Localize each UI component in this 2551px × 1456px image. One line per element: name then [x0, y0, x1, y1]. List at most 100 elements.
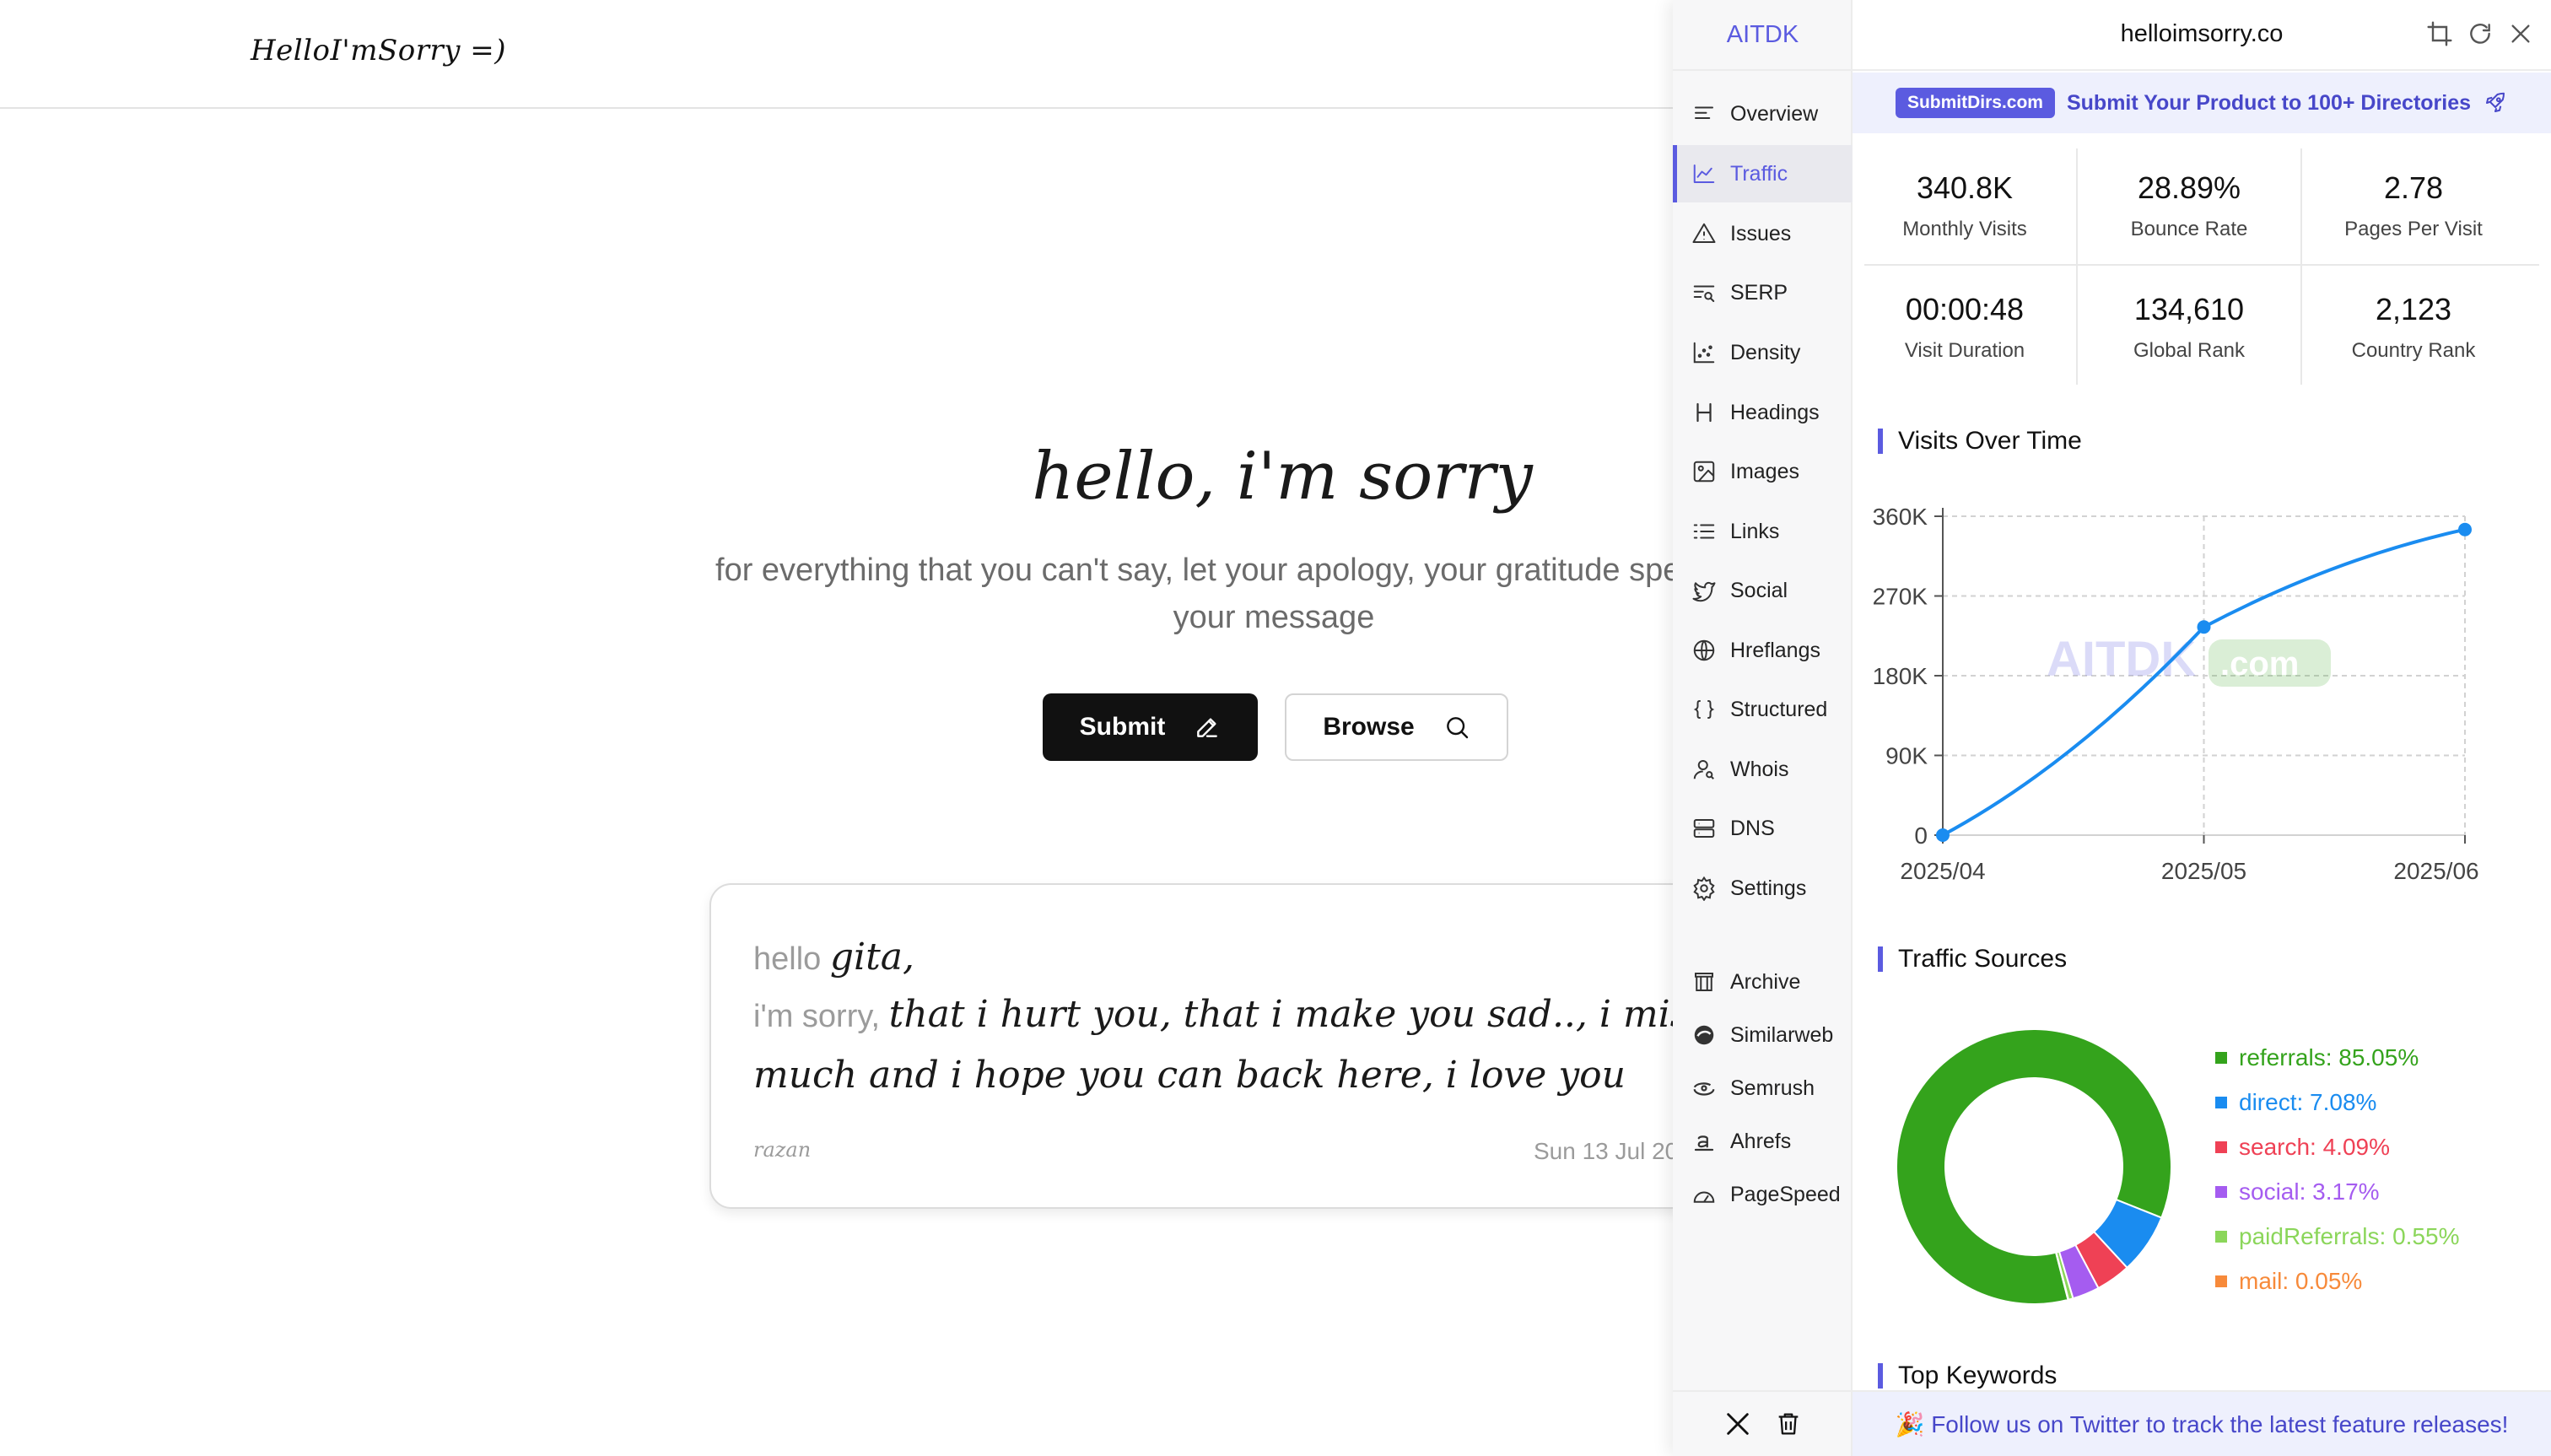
hero-subtitle: for everything that you can't say, let y…: [715, 553, 1832, 635]
traffic-stats-grid: 340.8K Monthly Visits 28.89% Bounce Rate…: [1853, 143, 2551, 388]
serp-icon: [1693, 285, 1715, 302]
nav-item-issues[interactable]: Issues: [1673, 205, 1853, 262]
nav-label: Ahrefs: [1730, 1129, 1792, 1153]
nav-item-archive[interactable]: Archive: [1673, 953, 1853, 1011]
top-keywords-title: Top Keywords: [1878, 1363, 2057, 1389]
legend-item-paidReferrals[interactable]: paidReferrals: 0.55%: [2215, 1223, 2459, 1250]
toolbar-actions: [2426, 20, 2534, 47]
trash-icon[interactable]: [1774, 1410, 1803, 1438]
nav-label: Structured: [1730, 697, 1828, 721]
extension-sidebar: AITDK Overview Traffic Issues SERP Densi…: [1673, 0, 1853, 1456]
nav-label: Issues: [1730, 221, 1792, 245]
nav-item-pagespeed[interactable]: PageSpeed: [1673, 1166, 1853, 1223]
visits-chart: 0 90K 180K 270K 360K 2025/04 2025/05 2025/06 AI…: [1853, 472, 2551, 894]
ahrefs-icon: [1694, 1135, 1714, 1151]
stat-label: Monthly Visits: [1902, 218, 2027, 240]
nav-item-traffic[interactable]: Traffic: [1673, 145, 1853, 202]
y-tick-label: 180K: [1873, 663, 1928, 689]
visits-data-point: [1936, 828, 1950, 842]
y-tick-label: 0: [1914, 822, 1928, 849]
legend-label: referrals: 85.05%: [2239, 1044, 2419, 1070]
stat-value: 2.78: [2383, 170, 2444, 205]
legend-label: social: 3.17%: [2239, 1178, 2380, 1205]
nav-label: Social: [1730, 578, 1788, 602]
x-twitter-icon[interactable]: [1723, 1410, 1752, 1438]
pagespeed-icon: [1693, 1191, 1715, 1203]
nav-item-social[interactable]: Social: [1673, 562, 1853, 619]
nav-item-structured[interactable]: Structured: [1673, 681, 1853, 738]
stat-label: Country Rank: [2351, 339, 2476, 362]
traffic-sources-chart: referrals: 85.05% direct: 7.08% search: 4.…: [1853, 995, 2551, 1333]
visits-data-point: [2458, 522, 2472, 537]
image-icon: [1693, 461, 1715, 483]
stat-value: 2,123: [2375, 292, 2452, 326]
nav-item-semrush[interactable]: Semrush: [1673, 1060, 1853, 1117]
legend-item-search[interactable]: search: 4.09%: [2215, 1134, 2390, 1161]
hero-title: hello, i'm sorry: [1032, 439, 1533, 515]
crop-icon[interactable]: [2426, 20, 2453, 47]
site-logo[interactable]: HelloI'mSorry =): [251, 34, 506, 67]
nav-item-similarweb[interactable]: Similarweb: [1673, 1006, 1853, 1064]
watermark-suffix: .com: [2220, 645, 2299, 682]
stat-global-rank: 134,610 Global Rank: [2077, 265, 2301, 385]
visits-over-time-title: Visits Over Time: [1878, 429, 2082, 454]
nav-label: Density: [1730, 340, 1801, 364]
legend-item-referrals[interactable]: referrals: 85.05%: [2215, 1044, 2419, 1071]
card-message-line: i'm sorry, that i hurt you, that i make …: [753, 993, 1741, 1036]
close-icon[interactable]: [2507, 20, 2534, 47]
nav-item-density[interactable]: Density: [1673, 324, 1853, 381]
legend-label: mail: 0.05%: [2239, 1268, 2363, 1294]
browse-button[interactable]: Browse: [1285, 693, 1508, 761]
stat-label: Pages Per Visit: [2344, 218, 2483, 240]
user-icon: [1693, 760, 1714, 779]
recipient-name: gita,: [829, 936, 914, 979]
y-tick-label: 90K: [1885, 743, 1928, 769]
nav-item-ahrefs[interactable]: Ahrefs: [1673, 1113, 1853, 1170]
twitter-follow-banner[interactable]: 🎉 Follow us on Twitter to track the late…: [1853, 1390, 2551, 1456]
traffic-sources-donut: [1896, 1028, 2172, 1305]
nav-item-headings[interactable]: Headings: [1673, 384, 1853, 441]
nav-label: DNS: [1730, 816, 1775, 840]
card-author: razan: [753, 1138, 812, 1162]
traffic-sources-title: Traffic Sources: [1878, 946, 2067, 972]
nav-label: PageSpeed: [1730, 1182, 1841, 1206]
nav-label: Overview: [1730, 101, 1819, 126]
extension-brand[interactable]: AITDK: [1673, 0, 1853, 71]
legend-item-mail[interactable]: mail: 0.05%: [2215, 1268, 2362, 1295]
card-greeting: hello gita,: [753, 936, 914, 979]
nav-item-dns[interactable]: DNS: [1673, 800, 1853, 857]
stat-bounce-rate: 28.89% Bounce Rate: [2077, 143, 2301, 263]
message-card[interactable]: hello gita, i'm sorry, that i hurt you, …: [709, 883, 1806, 1209]
refresh-icon[interactable]: [2467, 20, 2494, 47]
density-icon: [1693, 342, 1715, 364]
promo-banner[interactable]: SubmitDirs.com Submit Your Product to 10…: [1853, 73, 2551, 133]
extension-topbar: helloimsorry.co: [1853, 0, 2551, 71]
nav-label: Images: [1730, 459, 1799, 483]
x-tick-label: 2025/06: [2393, 858, 2478, 884]
nav-item-serp[interactable]: SERP: [1673, 264, 1853, 321]
submit-button-label: Submit: [1079, 713, 1166, 741]
traffic-icon: [1693, 164, 1715, 183]
stat-label: Visit Duration: [1904, 339, 2025, 362]
legend-item-direct[interactable]: direct: 7.08%: [2215, 1089, 2376, 1116]
server-icon: [1693, 819, 1715, 838]
nav-item-whois[interactable]: Whois: [1673, 741, 1853, 798]
sorry-prefix: i'm sorry,: [753, 999, 881, 1034]
pencil-icon: [1197, 718, 1218, 737]
stat-value: 00:00:48: [1905, 292, 2025, 326]
nav-item-hreflangs[interactable]: Hreflangs: [1673, 622, 1853, 679]
nav-item-settings[interactable]: Settings: [1673, 860, 1853, 917]
y-tick-label: 270K: [1873, 584, 1928, 610]
nav-item-links[interactable]: Links: [1673, 503, 1853, 560]
nav-item-overview[interactable]: Overview: [1673, 85, 1853, 143]
message-text: much and i hope you can back here, i lov…: [753, 1054, 1626, 1097]
links-icon: [1693, 524, 1715, 539]
globe-icon: [1693, 639, 1715, 661]
submit-button[interactable]: Submit: [1043, 693, 1258, 761]
rocket-icon: [2486, 92, 2505, 112]
legend-item-social[interactable]: social: 3.17%: [2215, 1178, 2380, 1205]
stat-value: 340.8K: [1916, 170, 2014, 205]
nav-item-images[interactable]: Images: [1673, 443, 1853, 500]
visits-line-chart: 090K180K270K360K2025/04 2025/05 2025/06 AI…: [1873, 504, 2479, 884]
legend-swatch: [2215, 1231, 2227, 1243]
